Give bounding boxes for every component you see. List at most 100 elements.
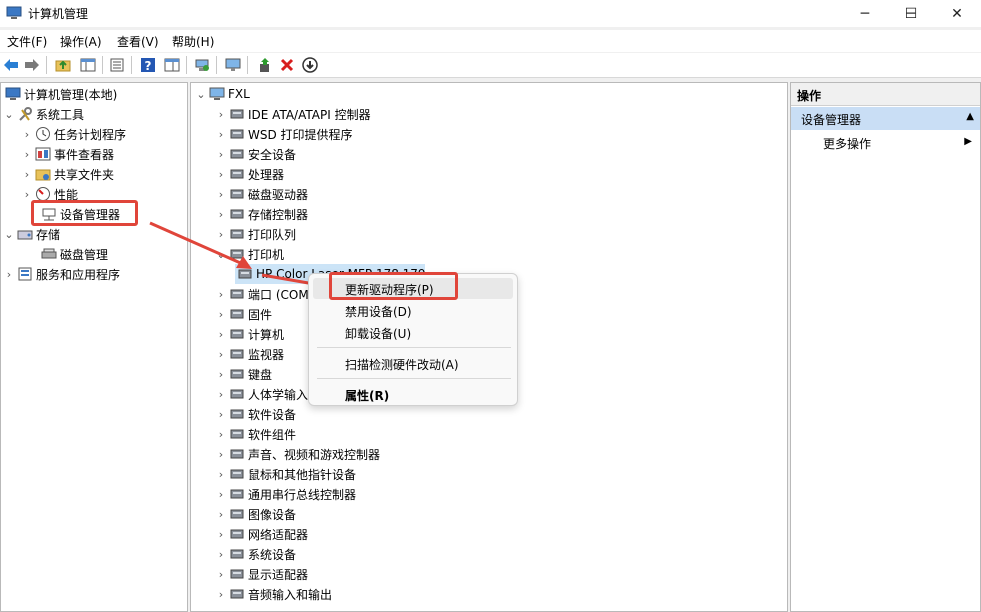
device-category-row[interactable]: › 安全设备 (215, 144, 296, 164)
chevron-right-icon[interactable]: › (215, 224, 227, 244)
chevron-right-icon[interactable]: › (215, 204, 227, 224)
device-category-row[interactable]: › 图像设备 (215, 504, 296, 524)
menu-uninstall-device[interactable]: 卸载设备(U) (345, 325, 411, 342)
device-category-row[interactable]: › 监视器 (215, 344, 284, 364)
chevron-right-icon[interactable]: › (215, 564, 227, 584)
maximize-icon: ☐ (904, 5, 918, 22)
chevron-right-icon[interactable]: › (215, 444, 227, 464)
chevron-right-icon[interactable]: › (21, 124, 33, 144)
device-category-row[interactable]: › 通用串行总线控制器 (215, 484, 356, 504)
device-category-row[interactable]: › 打印队列 (215, 224, 296, 244)
chevron-right-icon[interactable]: › (215, 584, 227, 604)
chevron-right-icon[interactable]: › (215, 324, 227, 344)
tree-event-viewer[interactable]: › 事件查看器 (21, 144, 114, 164)
device-category-row[interactable]: › 计算机 (215, 324, 284, 344)
chevron-right-icon[interactable]: › (215, 524, 227, 544)
device-category-row[interactable]: › IDE ATA/ATAPI 控制器 (215, 104, 371, 124)
collapse-triangle-icon[interactable]: ▲ (966, 111, 974, 122)
device-root[interactable]: ⌄ FXL (195, 84, 249, 104)
chevron-right-icon[interactable]: › (215, 364, 227, 384)
chevron-right-icon[interactable]: › (3, 264, 15, 284)
device-category-row[interactable]: › 鼠标和其他指针设备 (215, 464, 356, 484)
maximize-button[interactable]: ☐ (888, 0, 934, 27)
menu-disable-device[interactable]: 禁用设备(D) (345, 303, 412, 320)
chevron-right-icon[interactable]: › (215, 344, 227, 364)
menu-properties[interactable]: 属性(R) (345, 387, 389, 404)
device-category-row[interactable]: ⌄ 打印机 (215, 244, 284, 264)
menu-help[interactable]: 帮助(H) (172, 33, 214, 50)
chevron-right-icon[interactable]: › (215, 184, 227, 204)
chevron-down-icon[interactable]: ⌄ (3, 224, 15, 244)
device-category-row[interactable]: › 音频输入和输出 (215, 584, 332, 604)
chevron-right-icon[interactable]: › (215, 544, 227, 564)
device-category-label: WSD 打印提供程序 (248, 127, 353, 142)
processor-icon (229, 166, 245, 182)
device-category-row[interactable]: › 显示适配器 (215, 564, 308, 584)
device-category-row[interactable]: › 系统设备 (215, 544, 296, 564)
chevron-right-icon[interactable]: › (215, 464, 227, 484)
device-category-row[interactable]: › 声音、视频和游戏控制器 (215, 444, 380, 464)
menu-scan-hardware[interactable]: 扫描检测硬件改动(A) (345, 356, 459, 373)
chevron-right-icon[interactable]: › (215, 484, 227, 504)
chevron-right-icon[interactable]: › (215, 124, 227, 144)
tree-task-scheduler[interactable]: › 任务计划程序 (21, 124, 126, 144)
tree-storage[interactable]: ⌄ 存储 (3, 224, 60, 244)
chevron-down-icon[interactable]: ⌄ (215, 244, 227, 264)
red-x-icon (280, 58, 294, 72)
chevron-right-icon[interactable]: › (21, 164, 33, 184)
device-category-row[interactable]: › 软件设备 (215, 404, 296, 424)
tree-shared-folders[interactable]: › 共享文件夹 (21, 164, 114, 184)
list-icon (110, 58, 124, 72)
device-category-row[interactable]: › 网络适配器 (215, 524, 308, 544)
update-driver-button[interactable] (256, 56, 274, 74)
disable-device-button[interactable] (301, 56, 319, 74)
export-list-button[interactable] (108, 56, 126, 74)
tree-root[interactable]: 计算机管理(本地) (3, 84, 117, 104)
chevron-right-icon[interactable]: › (215, 424, 227, 444)
tree-disk-management[interactable]: 磁盘管理 (39, 244, 108, 264)
help-icon: ? (141, 58, 155, 73)
uninstall-device-button[interactable] (278, 56, 296, 74)
monitor-scan-icon (225, 58, 241, 71)
down-arrow-circle-icon (302, 57, 318, 73)
device-category-row[interactable]: › 磁盘驱动器 (215, 184, 308, 204)
close-button[interactable]: ✕ (934, 0, 980, 27)
disk-drive-icon (229, 186, 245, 202)
device-category-row[interactable]: › WSD 打印提供程序 (215, 124, 353, 144)
chevron-right-icon[interactable]: › (215, 284, 227, 304)
device-category-row[interactable]: › 软件组件 (215, 424, 296, 444)
chevron-right-icon[interactable]: › (215, 504, 227, 524)
tree-system-tools[interactable]: ⌄ 系统工具 (3, 104, 84, 124)
properties-view-button[interactable] (163, 56, 181, 74)
chevron-right-icon[interactable]: › (215, 164, 227, 184)
chevron-right-icon[interactable]: › (215, 404, 227, 424)
chevron-right-icon[interactable]: › (215, 144, 227, 164)
back-button[interactable] (2, 56, 20, 74)
menu-file[interactable]: 文件(F) (7, 33, 47, 50)
refresh-device-button[interactable] (193, 56, 211, 74)
scan-hardware-button[interactable] (224, 56, 242, 74)
up-folder-button[interactable] (54, 56, 72, 74)
menu-action[interactable]: 操作(A) (60, 33, 102, 50)
device-category-row[interactable]: › 存储控制器 (215, 204, 308, 224)
chevron-right-icon[interactable]: › (21, 144, 33, 164)
more-actions-item[interactable]: 更多操作 (823, 135, 871, 152)
device-category-row[interactable]: › 键盘 (215, 364, 272, 384)
menu-view[interactable]: 查看(V) (117, 33, 159, 50)
show-hide-tree-button[interactable] (79, 56, 97, 74)
system-device-icon (229, 546, 245, 562)
actions-section-device-manager[interactable]: 设备管理器 ▲ (791, 107, 980, 130)
forward-button[interactable] (23, 56, 41, 74)
chevron-right-icon[interactable]: › (215, 104, 227, 124)
chevron-right-icon[interactable]: › (215, 304, 227, 324)
chevron-down-icon[interactable]: ⌄ (195, 84, 207, 104)
device-category-label: 音频输入和输出 (248, 587, 333, 602)
minimize-button-2[interactable]: ─ (842, 0, 888, 27)
chevron-down-icon[interactable]: ⌄ (3, 104, 15, 124)
chevron-right-icon[interactable]: › (215, 384, 227, 404)
help-button[interactable]: ? (139, 56, 157, 74)
tree-services-apps[interactable]: › 服务和应用程序 (3, 264, 120, 284)
device-category-row[interactable]: › 处理器 (215, 164, 284, 184)
device-category-label: IDE ATA/ATAPI 控制器 (248, 107, 371, 122)
device-category-row[interactable]: › 固件 (215, 304, 272, 324)
